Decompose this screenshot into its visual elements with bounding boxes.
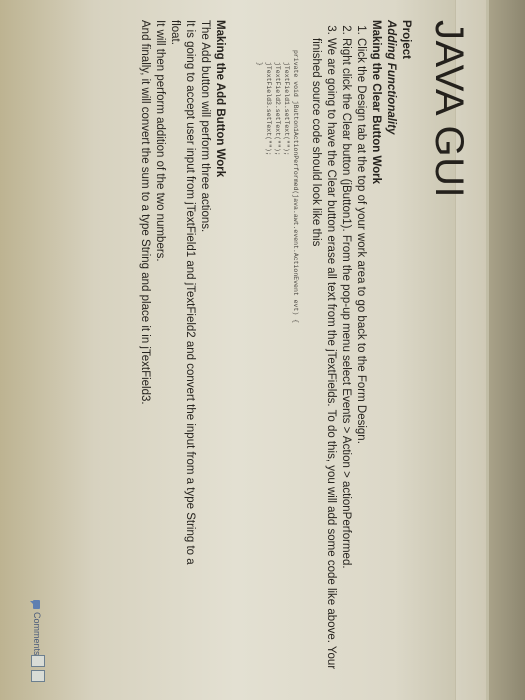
print-layout-icon[interactable] [31,655,45,667]
code-line: jTextField2.setText(""); [274,62,281,156]
code-line: } [256,62,263,66]
web-layout-icon[interactable] [31,670,45,682]
project-label: Project [400,20,412,59]
section2-line: And finally, it will convert the sum to … [139,20,151,405]
step-2: Right click the Clear button (jButton1).… [338,38,353,670]
clear-steps-list: Click the Design tab at the top of your … [308,20,368,670]
section2-line: The Add button will perform three action… [199,20,211,233]
step-3: We are going to have the Clear button er… [308,38,338,670]
code-line: jTextField1.setText(""); [283,62,290,156]
document-title: JAVA GUI [427,20,471,199]
photo-of-screen: JAVA GUI Project Adding Functionality Ma… [0,0,525,700]
section2-line: It is going to accept user input from jT… [184,20,196,565]
step-1: Click the Design tab at the top of your … [353,38,368,670]
code-line: private void jButton1ActionPerformed(jav… [292,50,299,324]
section2-heading: Making the Add Button Work [214,20,226,178]
code-snippet: private void jButton1ActionPerformed(jav… [255,50,300,670]
section1-heading: Making the Clear Button Work [370,20,382,184]
view-switcher [31,655,45,682]
subtitle: Adding Functionality [385,20,397,135]
comment-icon [33,600,41,609]
screen-bezel [489,0,525,700]
section2-line: It will then perform addition of the two… [154,20,166,262]
document-body: Project Adding Functionality Making the … [137,20,413,670]
section2-line: float. [169,20,181,45]
comments-label: Comments [32,612,42,656]
comments-button[interactable]: Comments [32,600,42,656]
document-page: JAVA GUI Project Adding Functionality Ma… [20,0,475,700]
code-line: jTextField3.setText(""); [265,62,272,156]
